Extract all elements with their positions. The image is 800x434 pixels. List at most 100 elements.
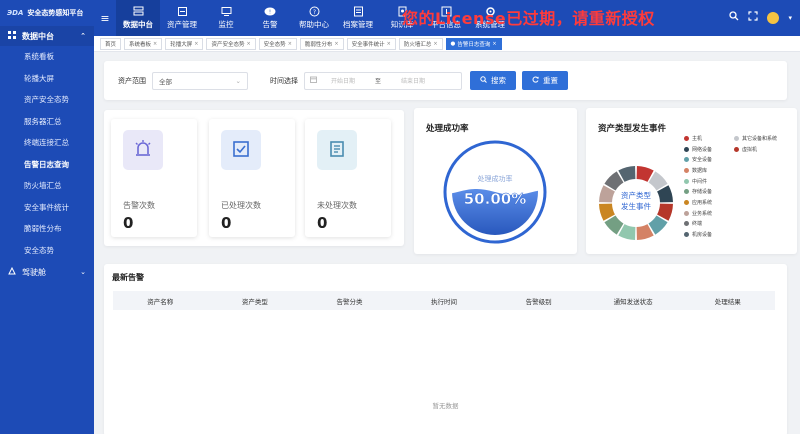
column-header: 通知发送状态 — [613, 297, 653, 306]
legend-dot — [684, 135, 689, 141]
range-separator: 至 — [375, 78, 382, 85]
topnav-label: 帮助中心 — [299, 20, 329, 29]
chevron-down-icon[interactable]: ▾ — [788, 14, 792, 22]
legend-dot — [684, 178, 689, 184]
stat-icon-box — [317, 130, 357, 170]
stat-value: 0 — [123, 214, 134, 232]
sidebar-group-cockpit[interactable]: 驾驶舱 ⌄ — [0, 261, 94, 283]
sidebar-group-data-center[interactable]: 数据中台 ⌃ — [0, 26, 94, 46]
sidebar-item-firewall[interactable]: 防火墙汇总 — [0, 175, 94, 197]
tab-carousel[interactable]: 轮播大屏 × — [165, 37, 204, 50]
sidebar-item-carousel[interactable]: 轮播大屏 — [0, 68, 94, 90]
menu-toggle-icon[interactable]: ≡ — [94, 0, 116, 36]
sidebar-item-vulnerability[interactable]: 脆弱性分布 — [0, 218, 94, 240]
column-header: 资产类型 — [241, 297, 268, 306]
legend-dot — [684, 221, 689, 227]
checkbox-icon — [232, 140, 250, 160]
topnav-alarm[interactable]: ! 告警 — [248, 0, 292, 36]
sidebar-group-label: 数据中台 — [22, 31, 54, 41]
tab-security-events[interactable]: 安全事件统计 × — [346, 37, 396, 50]
sidebar-item-label: 安全事件统计 — [24, 202, 69, 212]
legend-item[interactable]: 中间件 — [684, 176, 794, 187]
search-button[interactable]: 搜索 — [470, 71, 516, 90]
topnav-monitor[interactable]: 监控 — [204, 0, 248, 36]
chevron-down-icon: ⌄ — [80, 268, 86, 276]
tab-home[interactable]: 首页 — [100, 37, 122, 50]
legend-item[interactable]: 业务系统 — [684, 208, 794, 219]
chevron-down-icon: ⌄ — [235, 76, 241, 85]
tab-label: 轮播大屏 — [170, 41, 193, 48]
close-icon[interactable]: × — [334, 41, 338, 47]
stat-label: 告警次数 — [123, 201, 155, 210]
tab-label: 脆弱性分布 — [304, 41, 333, 48]
search-icon[interactable] — [729, 11, 739, 24]
legend-item[interactable]: 安全设备 — [684, 154, 794, 165]
tab-firewall[interactable]: 防火墙汇总 × — [398, 37, 443, 50]
topnav-help[interactable]: ? 帮助中心 — [292, 0, 336, 36]
date-range-picker[interactable]: 开始日期 至 结束日期 — [304, 71, 462, 90]
topnav-data-center[interactable]: 数据中台 — [116, 0, 160, 36]
sidebar-item-label: 终端连接汇总 — [24, 138, 69, 148]
legend-item[interactable]: 网络设备 — [684, 144, 734, 155]
legend-item[interactable]: 数据库 — [684, 165, 794, 176]
app-logo[interactable]: ЭDA 安全态势感知平台 — [0, 0, 94, 26]
alarm-light-icon — [133, 139, 153, 161]
column-header: 告警分类 — [336, 297, 363, 306]
cockpit-icon — [8, 266, 16, 277]
chevron-up-icon: ⌃ — [80, 32, 86, 40]
legend-label: 应用系统 — [692, 199, 713, 206]
close-icon[interactable]: × — [433, 41, 437, 47]
sidebar-item-alert-logs[interactable]: 告警日志查询 — [0, 154, 94, 176]
end-date-input[interactable]: 结束日期 — [401, 76, 425, 85]
legend-label: 网络设备 — [692, 146, 713, 153]
legend-item[interactable]: 其它设备和系统 — [734, 133, 777, 144]
tab-vulnerability[interactable]: 脆弱性分布 × — [299, 37, 344, 50]
fullscreen-icon[interactable] — [748, 11, 759, 24]
stat-card-processed: 已处理次数 0 — [209, 119, 295, 237]
tab-asset-security[interactable]: 资产安全态势 × — [206, 37, 256, 50]
legend-dot — [684, 232, 689, 238]
sidebar-item-asset-security[interactable]: 资产安全态势 — [0, 89, 94, 111]
tab-label: 系统看板 — [129, 41, 152, 48]
legend-label: 数据库 — [692, 167, 708, 174]
filter-panel: 资产范围 全部 ⌄ 时间选择 开始日期 至 结束日期 搜索 重置 — [104, 61, 787, 100]
legend-item[interactable]: 机房设备 — [684, 229, 794, 240]
latest-alerts-panel: 最新告警 资产名称 资产类型 告警分类 执行时间 告警级别 通知发送状态 处理结… — [104, 264, 787, 434]
reset-button[interactable]: 重置 — [522, 71, 568, 90]
legend-item[interactable]: 存储设备 — [684, 186, 794, 197]
asset-range-select[interactable]: 全部 ⌄ — [152, 71, 248, 90]
tab-label: 防火墙汇总 — [403, 41, 432, 48]
legend-item[interactable]: 终端 — [684, 219, 794, 230]
svg-text:!: ! — [269, 10, 271, 16]
close-icon[interactable]: × — [194, 41, 198, 47]
avatar[interactable] — [767, 11, 780, 24]
column-header: 处理结果 — [714, 297, 741, 306]
sidebar-item-security-events[interactable]: 安全事件统计 — [0, 197, 94, 219]
tab-dashboard[interactable]: 系统看板 × — [124, 37, 163, 50]
topnav-asset-management[interactable]: 资产管理 — [160, 0, 204, 36]
tab-label: 安全态势 — [263, 41, 286, 48]
success-rate-gauge: 处理成功率 50.00% — [443, 140, 547, 244]
donut-center-label: 发生事件 — [621, 201, 651, 211]
sidebar-item-servers[interactable]: 服务器汇总 — [0, 111, 94, 133]
tab-label: 首页 — [105, 41, 117, 48]
close-icon[interactable]: × — [153, 41, 157, 47]
legend-label: 安全设备 — [692, 157, 713, 164]
topnav-archive[interactable]: 档案管理 — [336, 0, 380, 36]
start-date-input[interactable]: 开始日期 — [331, 76, 355, 85]
column-header: 执行时间 — [431, 297, 458, 306]
close-icon[interactable]: × — [492, 41, 496, 47]
asset-type-panel: 资产类型发生事件 资产类型 发生事件 主机 其它设备和系统 网络设备 虚拟机 安… — [586, 108, 797, 254]
tab-security-posture[interactable]: 安全态势 × — [258, 37, 297, 50]
close-icon[interactable]: × — [288, 41, 292, 47]
tab-alert-logs[interactable]: ● 告警日志查询 × — [445, 37, 502, 50]
legend-item[interactable]: 虚拟机 — [734, 144, 757, 155]
sidebar-item-terminal-connections[interactable]: 终端连接汇总 — [0, 132, 94, 154]
sidebar-item-dashboard[interactable]: 系统看板 — [0, 46, 94, 68]
close-icon[interactable]: × — [387, 41, 391, 47]
sidebar-item-security-posture[interactable]: 安全态势 — [0, 240, 94, 262]
legend-item[interactable]: 应用系统 — [684, 197, 794, 208]
close-icon[interactable]: × — [246, 41, 250, 47]
sidebar-item-label: 防火墙汇总 — [24, 181, 62, 191]
legend-item[interactable]: 主机 — [684, 133, 734, 144]
